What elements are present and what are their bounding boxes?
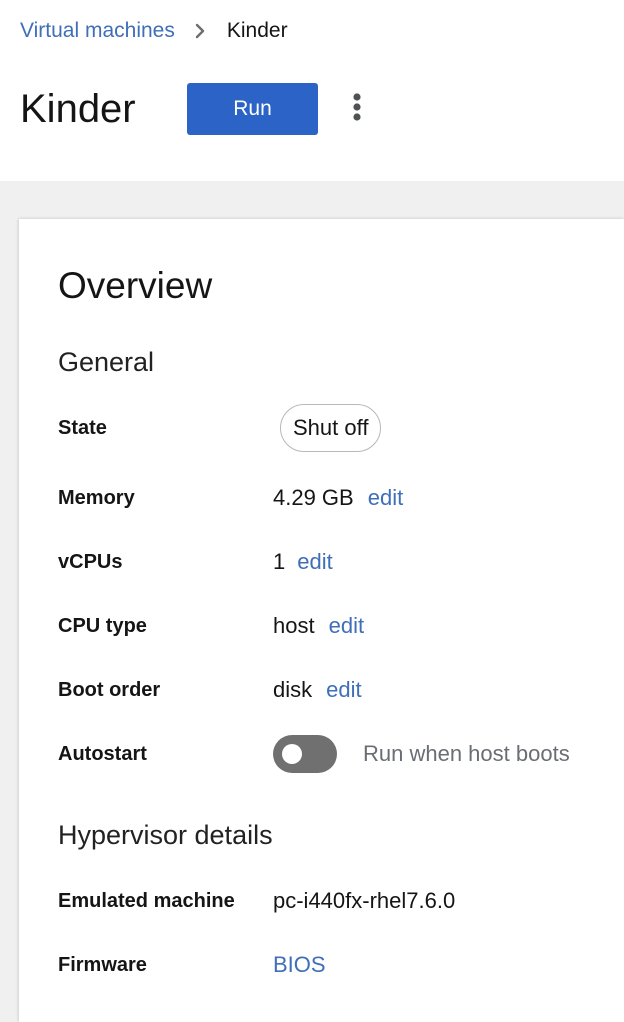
boot-order-value: disk <box>273 677 313 702</box>
memory-value: 4.29 GB <box>273 485 354 510</box>
memory-value-wrap: 4.29 GB edit <box>273 485 403 511</box>
emulated-machine-value: pc-i440fx-rhel7.6.0 <box>273 888 456 913</box>
run-button[interactable]: Run <box>187 83 318 135</box>
autostart-label: Autostart <box>58 742 147 765</box>
vcpus-label: vCPUs <box>58 550 123 573</box>
state-value-wrap: Shut off <box>280 404 382 452</box>
boot-order-edit-link[interactable]: edit <box>326 677 361 703</box>
cpu-type-value-wrap: host edit <box>273 613 364 639</box>
firmware-link[interactable]: BIOS <box>273 952 326 978</box>
vcpus-edit-link[interactable]: edit <box>297 549 332 575</box>
boot-order-value-wrap: disk edit <box>273 677 362 703</box>
toggle-knob <box>282 744 302 764</box>
emulated-machine-value-wrap: pc-i440fx-rhel7.6.0 <box>273 888 455 914</box>
cpu-type-value: host <box>273 613 315 638</box>
autostart-value-wrap: Run when host boots <box>273 735 570 773</box>
breadcrumb-link-virtual-machines[interactable]: Virtual machines <box>20 19 175 43</box>
vcpus-value: 1 <box>273 549 286 574</box>
autostart-toggle-label: Run when host boots <box>363 741 570 766</box>
title-row: Kinder <box>20 82 136 136</box>
memory-label: Memory <box>58 486 135 509</box>
emulated-machine-label: Emulated machine <box>58 889 235 912</box>
hypervisor-section-title: Hypervisor details <box>58 820 273 850</box>
chevron-right-icon <box>187 18 213 44</box>
cpu-type-edit-link[interactable]: edit <box>329 613 364 639</box>
autostart-toggle[interactable] <box>273 735 337 773</box>
breadcrumb: Virtual machines Kinder <box>20 18 288 44</box>
vcpus-value-wrap: 1 edit <box>273 549 333 575</box>
state-label: State <box>58 416 107 439</box>
overview-card: Overview General State Shut off Memory 4… <box>19 219 624 1022</box>
kebab-menu-icon <box>352 92 362 125</box>
kebab-menu-button[interactable] <box>340 88 374 128</box>
general-section-title: General <box>58 347 155 377</box>
cpu-type-label: CPU type <box>58 614 147 637</box>
boot-order-label: Boot order <box>58 678 161 701</box>
breadcrumb-current: Kinder <box>226 19 288 42</box>
firmware-value-wrap: BIOS <box>273 952 326 978</box>
overview-title: Overview <box>58 265 213 306</box>
page-header: Virtual machines Kinder Kinder Run <box>0 0 624 181</box>
page-title: Kinder <box>20 87 136 131</box>
state-badge: Shut off <box>280 404 382 452</box>
memory-edit-link[interactable]: edit <box>368 485 403 511</box>
firmware-label: Firmware <box>58 953 147 976</box>
